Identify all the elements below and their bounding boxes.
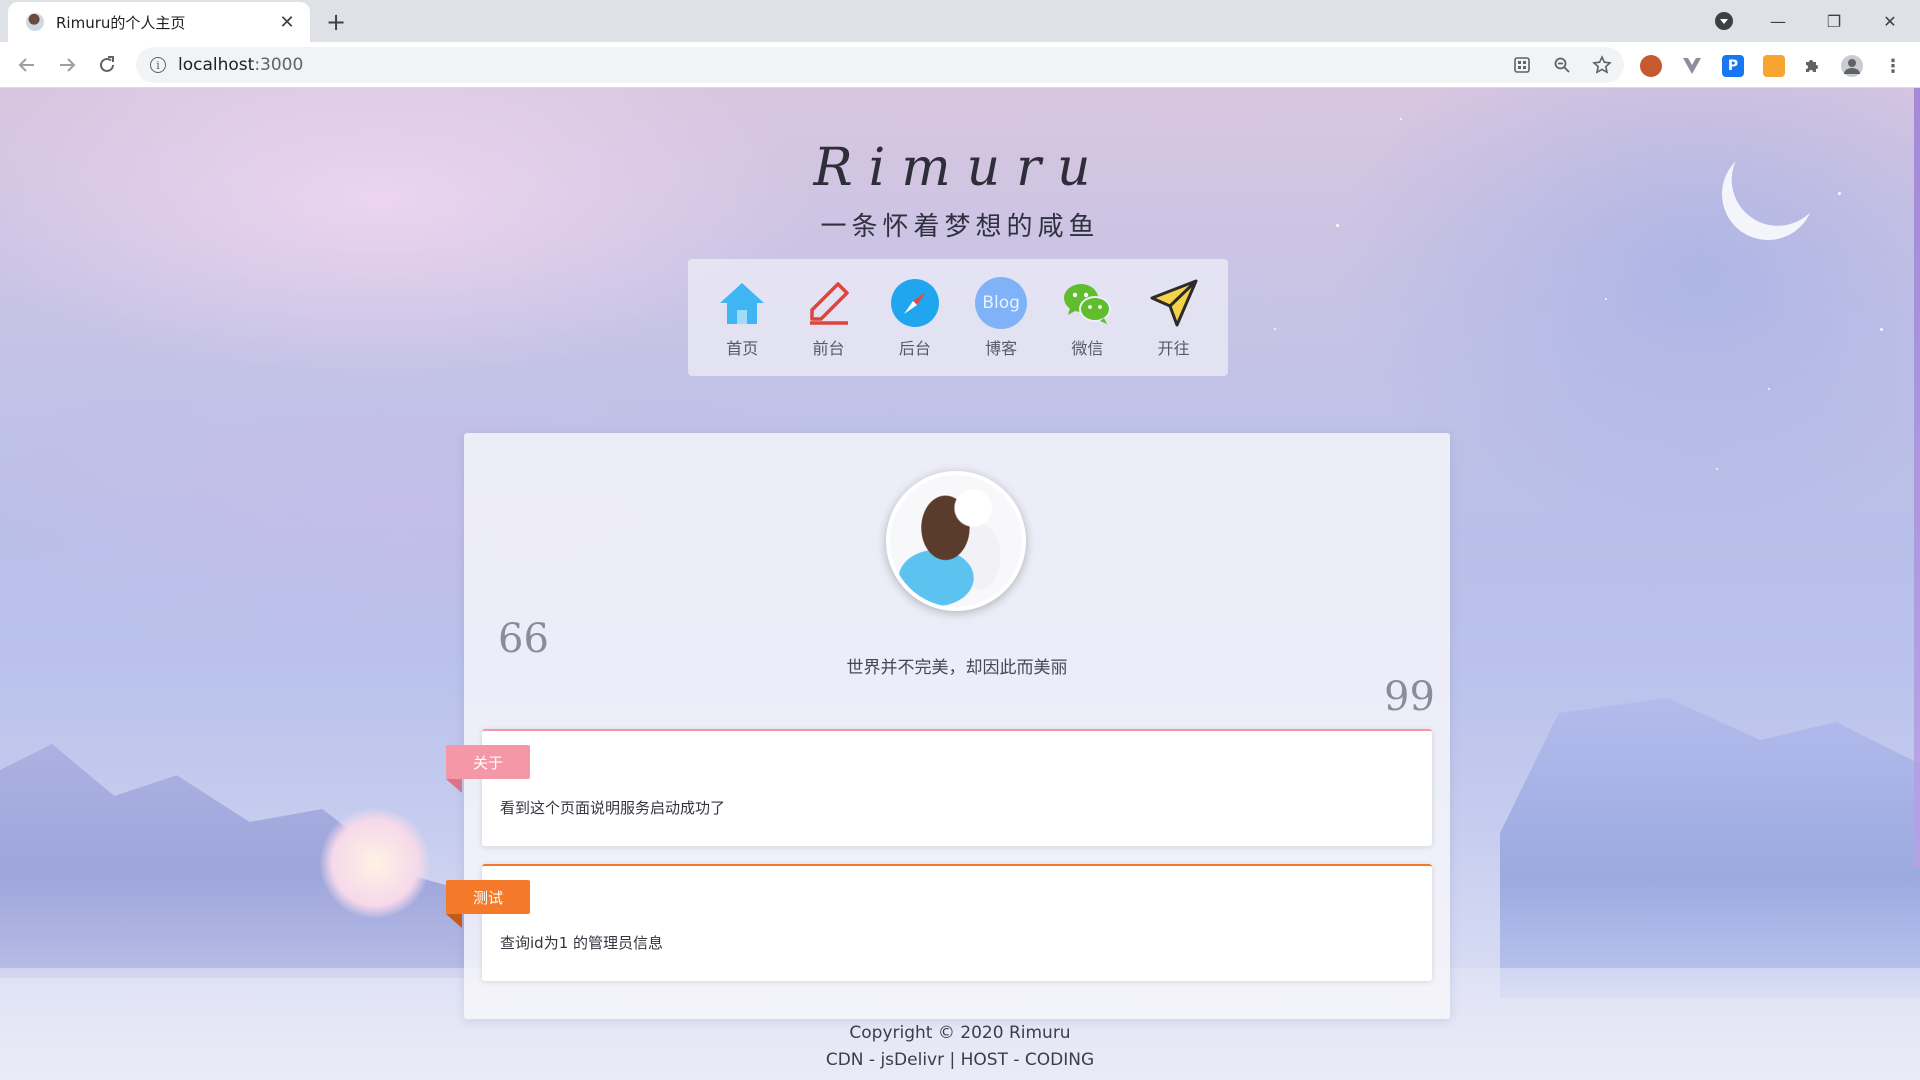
post-text: 查询id为1 的管理员信息 xyxy=(500,934,664,952)
profile-card: 66 世界并不完美，却因此而美丽 99 关于 看到这个页面说明服务启动成功了 测… xyxy=(446,433,1450,1019)
post-tag: 关于 xyxy=(446,745,530,779)
browser-tab-strip: Rimuru的个人主页 ✕ + — ❐ ✕ xyxy=(0,0,1920,42)
window-restore-button[interactable]: ❐ xyxy=(1806,0,1862,42)
nav-item-wechat[interactable]: 微信 xyxy=(1047,277,1127,359)
window-close-button[interactable]: ✕ xyxy=(1862,0,1918,42)
extensions-puzzle-icon[interactable] xyxy=(1801,55,1823,77)
site-title: Rimuru xyxy=(813,138,1107,198)
zoom-icon[interactable] xyxy=(1552,55,1572,75)
nav-label: 后台 xyxy=(898,338,931,358)
nav-label: 博客 xyxy=(985,338,1018,358)
page-viewport: Rimuru 一条怀着梦想的咸鱼 首页 前台 后台 Blog 博客 微信 开往 … xyxy=(0,88,1920,1080)
url-host: localhost xyxy=(178,55,255,75)
home-icon xyxy=(716,277,768,329)
browser-toolbar: i localhost:3000 P ⋮ xyxy=(0,42,1920,88)
nav-item-frontend[interactable]: 前台 xyxy=(789,277,869,359)
background-mountains-right xyxy=(1500,698,1920,998)
window-minimize-button[interactable]: — xyxy=(1750,0,1806,42)
tab-close-icon[interactable]: ✕ xyxy=(276,11,298,33)
nav-label: 微信 xyxy=(1071,338,1104,358)
nav-label: 开往 xyxy=(1157,338,1190,358)
post-tag: 测试 xyxy=(446,880,530,914)
nav-item-travellings[interactable]: 开往 xyxy=(1134,277,1214,359)
post-tag-fold xyxy=(446,779,462,793)
nav-label: 首页 xyxy=(726,338,759,358)
post-card-about: 关于 看到这个页面说明服务启动成功了 xyxy=(446,729,1432,846)
tab-title: Rimuru的个人主页 xyxy=(56,13,186,32)
page-scrollbar[interactable] xyxy=(1914,88,1920,868)
blog-icon: Blog xyxy=(975,276,1028,329)
url-port: :3000 xyxy=(254,55,304,75)
extension-p-icon[interactable]: P xyxy=(1722,55,1744,77)
post-text: 看到这个页面说明服务启动成功了 xyxy=(500,799,726,817)
address-bar[interactable]: i localhost:3000 xyxy=(136,47,1624,83)
bookmark-star-icon[interactable] xyxy=(1592,55,1612,75)
footer-hosting: CDN - jsDelivr | HOST - CODING xyxy=(825,1050,1095,1070)
motto-text: 世界并不完美，却因此而美丽 xyxy=(846,658,1068,678)
new-tab-button[interactable]: + xyxy=(322,8,350,36)
browser-tab-active[interactable]: Rimuru的个人主页 ✕ xyxy=(8,2,310,42)
blog-icon-text: Blog xyxy=(982,292,1020,313)
star xyxy=(1274,328,1276,330)
arrow-right-icon xyxy=(60,58,76,72)
extension-orange-icon[interactable] xyxy=(1763,55,1785,77)
star xyxy=(1880,328,1883,331)
forward-button[interactable] xyxy=(52,50,82,80)
arrow-left-icon xyxy=(18,58,34,72)
nav-panel: 首页 前台 后台 Blog 博客 微信 开往 xyxy=(688,259,1228,376)
nav-item-admin[interactable]: 后台 xyxy=(875,277,955,359)
star xyxy=(1716,468,1718,470)
star xyxy=(1605,298,1607,300)
reload-button[interactable] xyxy=(92,50,122,80)
tab-search-button[interactable] xyxy=(1696,0,1752,42)
quote-close-icon: 99 xyxy=(1384,674,1435,720)
star xyxy=(1768,388,1770,390)
star xyxy=(1400,118,1402,120)
chevron-down-icon xyxy=(1715,12,1733,30)
site-favicon-icon xyxy=(26,13,44,31)
extension-monkey-icon[interactable] xyxy=(1640,55,1662,77)
nav-item-blog[interactable]: Blog 博客 xyxy=(961,276,1041,359)
compass-icon xyxy=(889,277,941,329)
avatar xyxy=(886,471,1026,611)
background-mountains-left xyxy=(0,744,520,978)
profile-avatar-icon[interactable] xyxy=(1841,55,1863,77)
back-button[interactable] xyxy=(12,50,42,80)
nav-item-home[interactable]: 首页 xyxy=(702,277,782,359)
post-card-test: 测试 查询id为1 的管理员信息 xyxy=(446,864,1432,981)
nav-label: 前台 xyxy=(812,338,845,358)
footer-copyright: Copyright © 2020 Rimuru xyxy=(849,1023,1071,1043)
background-sun xyxy=(320,808,430,918)
extension-vue-icon[interactable] xyxy=(1681,55,1703,77)
footer: Copyright © 2020 Rimuru CDN - jsDelivr |… xyxy=(0,1020,1920,1074)
site-info-icon[interactable]: i xyxy=(150,57,166,73)
qr-code-icon[interactable] xyxy=(1512,55,1532,75)
browser-menu-icon[interactable]: ⋮ xyxy=(1882,55,1904,77)
site-subtitle: 一条怀着梦想的咸鱼 xyxy=(820,212,1100,242)
post-tag-fold xyxy=(446,914,462,928)
paper-plane-icon xyxy=(1148,277,1200,329)
wechat-icon xyxy=(1061,277,1113,329)
pencil-icon xyxy=(803,277,855,329)
reload-icon xyxy=(100,56,114,72)
